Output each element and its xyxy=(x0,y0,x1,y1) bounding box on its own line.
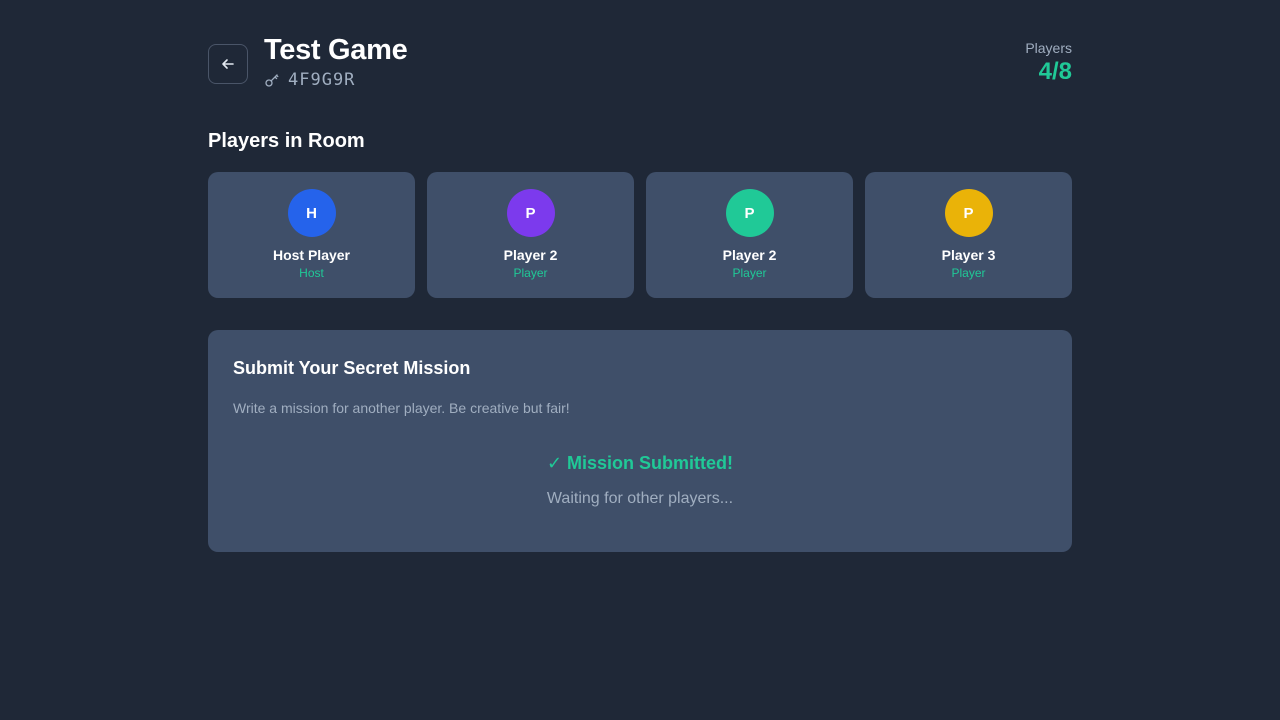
player-role: Player xyxy=(513,266,548,280)
player-role: Player xyxy=(732,266,767,280)
player-name: Player 2 xyxy=(503,247,558,263)
back-button[interactable] xyxy=(208,44,248,84)
player-role: Player xyxy=(951,266,986,280)
player-name: Host Player xyxy=(272,247,351,263)
mission-title: Submit Your Secret Mission xyxy=(233,358,471,378)
player-card: P Player 2 Player xyxy=(427,172,634,298)
players-count-value: 4/8 xyxy=(1038,58,1072,85)
room-code-value: 4F9G9R xyxy=(288,70,356,90)
players-count-label: Players xyxy=(1025,40,1072,56)
title-block: Test Game 4F9G9R xyxy=(264,32,408,90)
game-title: Test Game xyxy=(264,34,408,66)
mission-description: Write a mission for another player. Be c… xyxy=(233,400,570,416)
avatar: P xyxy=(944,189,993,237)
key-icon xyxy=(264,72,280,88)
player-name: Player 2 xyxy=(722,247,777,263)
avatar: H xyxy=(287,189,336,237)
player-card: P Player 3 Player xyxy=(865,172,1072,298)
player-card: P Player 2 Player xyxy=(646,172,853,298)
player-name: Player 3 xyxy=(941,247,996,263)
mission-panel: Submit Your Secret Mission Write a missi… xyxy=(208,330,1072,552)
room-header: Test Game 4F9G9R Players 4/8 xyxy=(208,0,1072,110)
player-role: Host xyxy=(299,266,324,280)
avatar: P xyxy=(725,189,774,237)
mission-submitted-status: ✓ Mission Submitted! xyxy=(546,453,734,473)
arrow-left-icon xyxy=(221,57,235,71)
room-page: Test Game 4F9G9R Players 4/8 Players in … xyxy=(208,0,1072,552)
players-section-title: Players in Room xyxy=(208,130,365,152)
player-list: H Host Player Host P Player 2 Player P P… xyxy=(208,172,1072,298)
avatar: P xyxy=(506,189,555,237)
players-count: Players 4/8 xyxy=(1025,40,1072,88)
room-code: 4F9G9R xyxy=(264,70,407,90)
player-card: H Host Player Host xyxy=(208,172,415,298)
waiting-message: Waiting for other players... xyxy=(546,490,734,507)
